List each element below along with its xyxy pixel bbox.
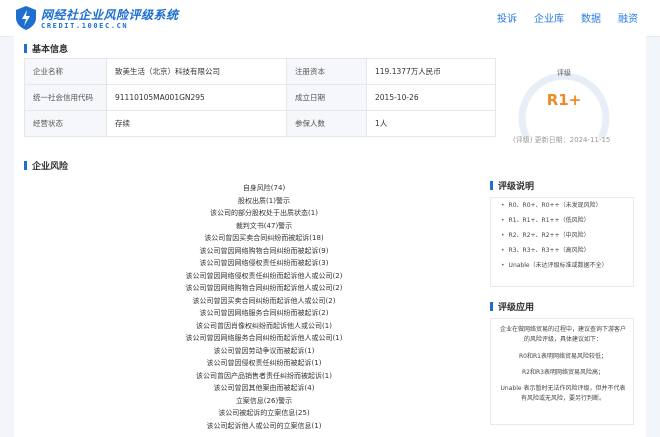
credit-code-value: 91110105MA001GN295 bbox=[106, 84, 287, 111]
rating-updated-date: (评级) 更新日期：2024-11-15 bbox=[513, 136, 611, 144]
risk-title: 企业风险 bbox=[24, 159, 68, 172]
insured-count-value: 1人 bbox=[366, 110, 496, 137]
rating-legend-title: 评级说明 bbox=[490, 179, 534, 192]
nav-financing[interactable]: 融资 bbox=[618, 10, 638, 25]
basic-info-title: 基本信息 bbox=[24, 42, 68, 55]
top-header: 网经社企业风险评级系统 CREDIT.100EC.CN 投诉 企业库 数据 融资 bbox=[0, 0, 660, 37]
rating-apply-box: 企业在做网络贸易的过程中，建议查询下游客户的风险评级，具体建议如下： R0和R1… bbox=[490, 318, 634, 425]
list-item: 该公司曾因肖像权纠纷而起诉他人或公司(1) bbox=[196, 321, 332, 330]
list-item: R2和R3表明网络贸易风险高； bbox=[522, 369, 604, 376]
table-row: 企业名称 致美生活（北京）科技有限公司 注册资本 119.1377万人民币 bbox=[24, 58, 496, 85]
list-item: 该公司曾因网络服务合同纠纷而被起诉(2) bbox=[199, 309, 329, 317]
list-item: R2、R2+、R2++（中风险） bbox=[491, 228, 633, 243]
registered-capital-key: 注册资本 bbox=[286, 58, 367, 85]
list-item: R0和R1表明网络贸易风险较低； bbox=[519, 353, 607, 360]
rating-legend-box: R0、R0+、R0++（未发现风险） R1、R1+、R1++（低风险） R2、R… bbox=[490, 197, 634, 287]
rating-apply-title: 评级应用 bbox=[490, 300, 534, 313]
table-row: 经营状态 存续 参保人数 1人 bbox=[24, 110, 496, 137]
list-item[interactable]: 立案信息(26)警示 bbox=[164, 395, 364, 408]
list-item: Unable（未达评级标准或数据不全） bbox=[491, 258, 633, 273]
list-item: 该公司曾因网络购物合同纠纷而被起诉(9) bbox=[199, 246, 329, 255]
credit-code-key: 统一社会信用代码 bbox=[24, 84, 107, 111]
list-item: 自身风险(74) bbox=[242, 184, 286, 192]
list-item: 该公司曾因侵权责任纠纷而被起诉(1) bbox=[206, 359, 322, 367]
rating-gauge: 评级 R1+ bbox=[509, 56, 619, 146]
founded-date-key: 成立日期 bbox=[286, 84, 367, 111]
list-item: 该公司曾因网络购物合同纠纷而起诉他人或公司(2) bbox=[185, 284, 343, 292]
registered-capital-value: 119.1377万人民币 bbox=[366, 58, 496, 85]
company-name-key: 企业名称 bbox=[24, 58, 107, 85]
apply-intro: 企业在做网络贸易的过程中，建议查询下游客户的风险评级，具体建议如下： bbox=[499, 326, 626, 343]
list-item: 该公司曾因网络服务合同纠纷而起诉他人或公司(1) bbox=[185, 334, 343, 342]
nav-company-library[interactable]: 企业库 bbox=[534, 10, 564, 25]
list-item: 该公司起诉他人或公司的立案信息(1) bbox=[206, 421, 322, 430]
list-item: 该公司曾因网络侵权责任纠纷而被起诉(3) bbox=[199, 259, 329, 267]
list-item[interactable]: 股权出质(1)警示 bbox=[164, 195, 364, 208]
list-item: Unable 表示暂时无法作风险评级，但并不代表有风险或无风险，要另行判断。 bbox=[500, 385, 626, 402]
list-item: R1、R1+、R1++（低风险） bbox=[491, 213, 633, 228]
shield-logo-icon bbox=[16, 6, 36, 30]
basic-info-table: 企业名称 致美生活（北京）科技有限公司 注册资本 119.1377万人民币 统一… bbox=[24, 58, 496, 137]
rating-label: 评级 bbox=[557, 69, 571, 77]
logo-text: 网经社企业风险评级系统 bbox=[41, 8, 179, 22]
main-nav: 投诉 企业库 数据 融资 bbox=[480, 10, 638, 25]
main-panel: 基本信息 企业名称 致美生活（北京）科技有限公司 注册资本 119.1377万人… bbox=[14, 36, 646, 437]
site-logo[interactable]: 网经社企业风险评级系统 CREDIT.100EC.CN bbox=[14, 4, 178, 34]
list-item: 该公司被起诉的立案信息(25) bbox=[218, 409, 310, 417]
insured-count-key: 参保人数 bbox=[286, 110, 367, 137]
nav-complaint[interactable]: 投诉 bbox=[497, 10, 517, 25]
business-status-value: 存续 bbox=[106, 110, 287, 137]
founded-date-value: 2015-10-26 bbox=[366, 84, 496, 111]
table-row: 统一社会信用代码 91110105MA001GN295 成立日期 2015-10… bbox=[24, 84, 496, 111]
list-item: R0、R0+、R0++（未发现风险） bbox=[491, 198, 633, 213]
list-item: 该公司曾因劳动争议而被起诉(1) bbox=[213, 346, 315, 355]
list-item: 该公司曾因其他案由而被起诉(4) bbox=[213, 384, 315, 392]
risk-list: 自身风险(74) 股权出质(1)警示 该公司的部分股权处于出质状态(1) 裁判文… bbox=[164, 182, 364, 432]
list-item: 该公司的部分股权处于出质状态(1) bbox=[210, 209, 318, 217]
list-item: R3、R3+、R3++（高风险） bbox=[491, 243, 633, 258]
business-status-key: 经营状态 bbox=[24, 110, 107, 137]
nav-data[interactable]: 数据 bbox=[581, 10, 601, 25]
list-item: 该公司曾因买卖合同纠纷而被起诉(18) bbox=[204, 234, 324, 242]
list-item: 该公司曾因买卖合同纠纷而起诉他人或公司(2) bbox=[192, 296, 336, 305]
list-item: 该公司曾因网络侵权责任纠纷而起诉他人或公司(2) bbox=[185, 271, 343, 280]
logo-domain: CREDIT.100EC.CN bbox=[41, 22, 129, 30]
company-name-value: 致美生活（北京）科技有限公司 bbox=[106, 58, 287, 85]
list-item: 该公司曾因产品销售者责任纠纷而被起诉(1) bbox=[196, 371, 332, 380]
list-item[interactable]: 裁判文书(47)警示 bbox=[164, 220, 364, 233]
rating-value: R1+ bbox=[546, 91, 582, 109]
